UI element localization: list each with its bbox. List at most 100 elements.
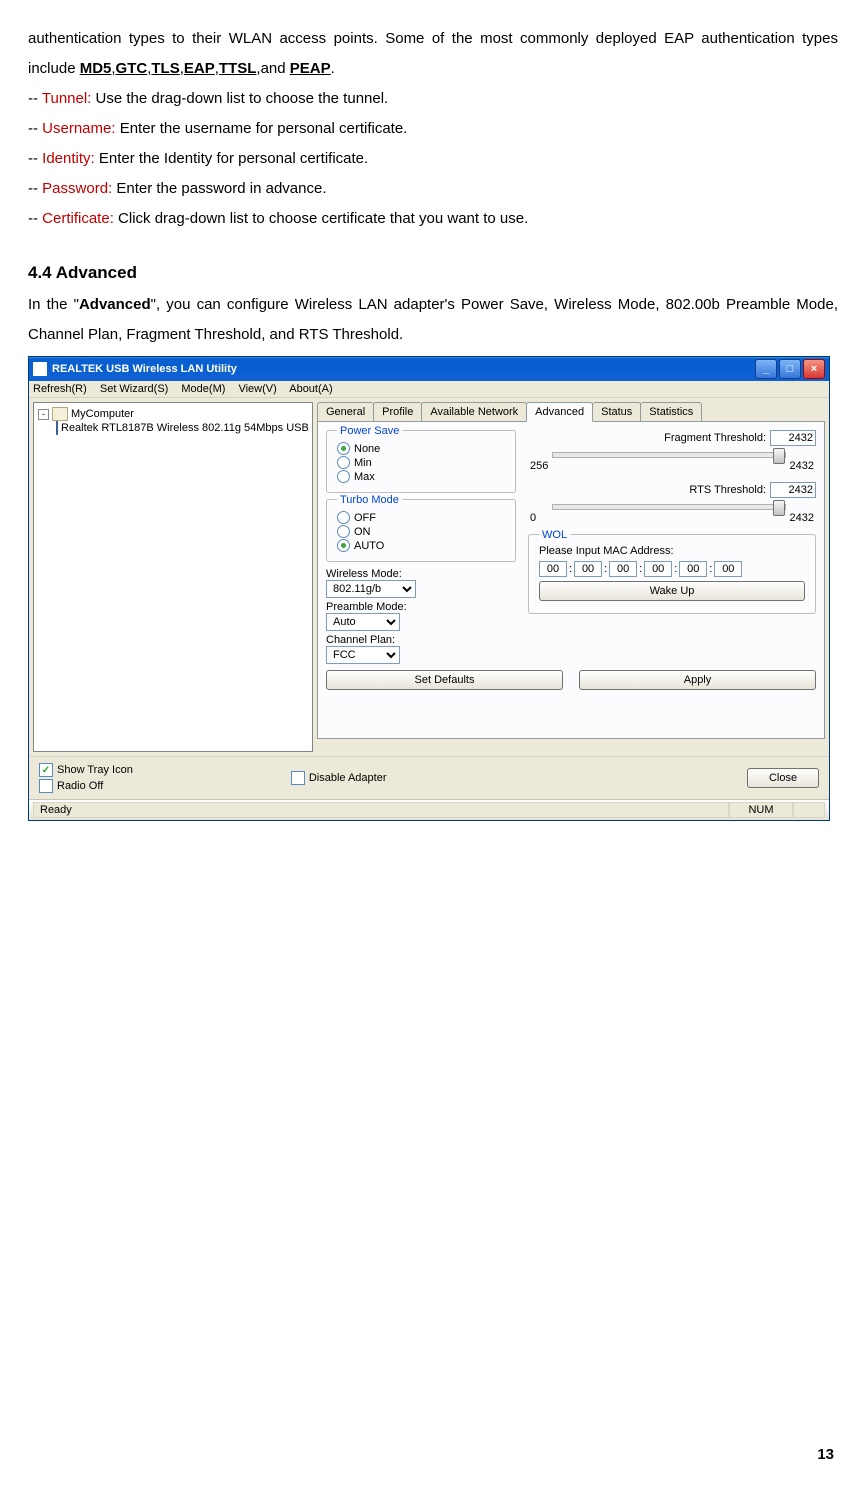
device-tree[interactable]: - MyComputer Realtek RTL8187B Wireless 8…: [33, 402, 313, 752]
section-intro: In the "Advanced", you can configure Wir…: [28, 290, 838, 350]
fragment-max: 2432: [790, 460, 814, 472]
mac-octet[interactable]: [539, 561, 567, 577]
menu-wizard[interactable]: Set Wizard(S): [100, 383, 168, 395]
mac-octet[interactable]: [679, 561, 707, 577]
fragment-label: Fragment Threshold:: [664, 432, 766, 444]
turbo-legend: Turbo Mode: [337, 494, 402, 506]
bullet: --: [28, 180, 42, 197]
rts-slider[interactable]: [552, 504, 786, 510]
section-heading: 4.4 Advanced: [28, 256, 838, 290]
adapter-icon: [56, 421, 58, 435]
tab-statistics[interactable]: Statistics: [640, 402, 702, 422]
eap-type: PEAP: [290, 60, 331, 77]
tree-collapse-icon[interactable]: -: [38, 409, 49, 420]
menu-refresh[interactable]: Refresh(R): [33, 383, 87, 395]
field-desc: Click drag-down list to choose certifica…: [114, 210, 528, 227]
mac-octet[interactable]: [574, 561, 602, 577]
rts-min: 0: [530, 512, 536, 524]
tab-available-network[interactable]: Available Network: [421, 402, 527, 422]
fragment-slider[interactable]: [552, 452, 786, 458]
minimize-button[interactable]: _: [755, 359, 777, 379]
computer-icon: [52, 407, 68, 421]
eap-type: TTSL: [219, 60, 257, 77]
menu-about[interactable]: About(A): [289, 383, 332, 395]
menubar: Refresh(R) Set Wizard(S) Mode(M) View(V)…: [29, 381, 829, 398]
radio-auto[interactable]: AUTO: [337, 539, 505, 552]
apply-button[interactable]: Apply: [579, 670, 816, 690]
field-desc: Enter the username for personal certific…: [116, 120, 408, 137]
eap-type: EAP: [184, 60, 215, 77]
checkbox-label: Radio Off: [57, 780, 103, 792]
slider-thumb[interactable]: [773, 500, 785, 516]
checkbox-label: Show Tray Icon: [57, 764, 133, 776]
field-desc: Use the drag-down list to choose the tun…: [91, 90, 388, 107]
disable-adapter-checkbox[interactable]: Disable Adapter: [291, 771, 387, 785]
radio-min[interactable]: Min: [337, 456, 505, 469]
text: In the ": [28, 296, 79, 313]
tree-adapter[interactable]: Realtek RTL8187B Wireless 802.11g 54Mbps…: [61, 422, 313, 434]
preamble-select[interactable]: Auto: [326, 613, 400, 631]
eap-type: TLS: [151, 60, 179, 77]
right-pane: General Profile Available Network Advanc…: [317, 402, 825, 752]
wireless-mode-select[interactable]: 802.11g/b: [326, 580, 416, 598]
wol-group: WOL Please Input MAC Address: : : : : :: [528, 534, 816, 614]
show-tray-checkbox[interactable]: Show Tray Icon: [39, 763, 133, 777]
mac-address-row: : : : : :: [539, 561, 805, 577]
status-num: NUM: [729, 802, 793, 818]
field-line-certificate: -- Certificate: Click drag-down list to …: [28, 204, 838, 234]
mac-octet[interactable]: [714, 561, 742, 577]
radio-off-checkbox[interactable]: Radio Off: [39, 779, 133, 793]
fragment-input[interactable]: [770, 430, 816, 446]
radio-off[interactable]: OFF: [337, 511, 505, 524]
tree-root[interactable]: MyComputer: [71, 408, 134, 420]
field-line-password: -- Password: Enter the password in advan…: [28, 174, 838, 204]
bullet: --: [28, 90, 42, 107]
field-label: Certificate:: [42, 210, 114, 227]
mac-octet[interactable]: [609, 561, 637, 577]
advanced-word: Advanced: [79, 296, 151, 313]
field-desc: Enter the password in advance.: [112, 180, 326, 197]
channel-plan-select[interactable]: FCC: [326, 646, 400, 664]
radio-label: ON: [354, 526, 371, 538]
radio-label: OFF: [354, 512, 376, 524]
mac-octet[interactable]: [644, 561, 672, 577]
radio-on[interactable]: ON: [337, 525, 505, 538]
radio-max[interactable]: Max: [337, 470, 505, 483]
app-window: REALTEK USB Wireless LAN Utility _ □ × R…: [28, 356, 830, 821]
rts-input[interactable]: [770, 482, 816, 498]
status-ready: Ready: [33, 802, 729, 818]
set-defaults-button[interactable]: Set Defaults: [326, 670, 563, 690]
turbo-group: Turbo Mode OFF ON AUTO: [326, 499, 516, 562]
tab-advanced[interactable]: Advanced: [526, 402, 593, 422]
close-app-button[interactable]: Close: [747, 768, 819, 788]
close-button[interactable]: ×: [803, 359, 825, 379]
titlebar[interactable]: REALTEK USB Wireless LAN Utility _ □ ×: [29, 357, 829, 381]
field-label: Password:: [42, 180, 112, 197]
statusbar: Ready NUM: [29, 799, 829, 820]
radio-none[interactable]: None: [337, 442, 505, 455]
radio-label: AUTO: [354, 540, 384, 552]
slider-thumb[interactable]: [773, 448, 785, 464]
wake-up-button[interactable]: Wake Up: [539, 581, 805, 601]
page-number: 13: [817, 1440, 834, 1470]
tab-profile[interactable]: Profile: [373, 402, 422, 422]
radio-label: Max: [354, 471, 375, 483]
field-line-username: -- Username: Enter the username for pers…: [28, 114, 838, 144]
tab-body-advanced: Power Save None Min Max Turbo Mode OFF: [317, 421, 825, 739]
tab-status[interactable]: Status: [592, 402, 641, 422]
wol-mac-label: Please Input MAC Address:: [539, 545, 805, 557]
field-line-tunnel: -- Tunnel: Use the drag-down list to cho…: [28, 84, 838, 114]
tab-general[interactable]: General: [317, 402, 374, 422]
wol-legend: WOL: [539, 529, 570, 541]
eap-type: MD5: [80, 60, 112, 77]
bottom-bar: Show Tray Icon Radio Off Disable Adapter…: [29, 756, 829, 799]
app-icon: [33, 362, 47, 376]
powersave-group: Power Save None Min Max: [326, 430, 516, 493]
maximize-button[interactable]: □: [779, 359, 801, 379]
menu-view[interactable]: View(V): [238, 383, 276, 395]
rts-threshold-row: RTS Threshold: 02432: [528, 482, 816, 524]
eap-type: GTC: [116, 60, 148, 77]
rts-label: RTS Threshold:: [689, 484, 766, 496]
menu-mode[interactable]: Mode(M): [181, 383, 225, 395]
fragment-threshold-row: Fragment Threshold: 2562432: [528, 430, 816, 472]
